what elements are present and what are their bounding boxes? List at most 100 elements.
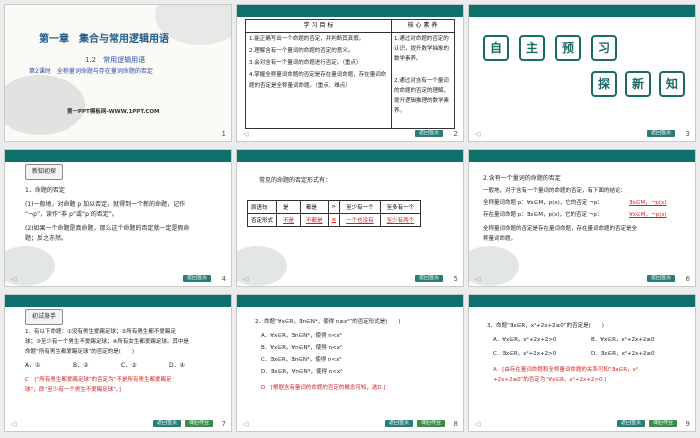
prev-arrow-icon[interactable]: ◁ xyxy=(11,275,16,283)
question-line: 命题“所有男生都爱踢足球”的否定的是( ) xyxy=(25,349,134,355)
table-cell: 否定形式 xyxy=(246,213,278,227)
return-home-button[interactable]: 返回首页 xyxy=(385,420,413,427)
content-line: 题；反之亦然。 xyxy=(25,235,68,242)
answer-cell: 不都是 xyxy=(300,213,329,227)
answer-text: ∀x∈M，¬p(x) xyxy=(629,212,667,218)
prev-arrow-icon[interactable]: ◁ xyxy=(475,420,480,428)
return-home-button[interactable]: 返回首页 xyxy=(415,275,443,282)
option-a: A．① xyxy=(25,362,41,369)
answer-line: 球”，即“至少有一个男生不爱踢足球”。] xyxy=(25,387,121,393)
section-tag: 初试身手 xyxy=(25,309,64,325)
slide-number: 4 xyxy=(221,275,226,283)
prev-arrow-icon[interactable]: ◁ xyxy=(475,130,480,138)
ink-wash-decoration xyxy=(5,75,85,135)
core-header: 核 心 素 养 xyxy=(391,20,454,33)
slide-number: 7 xyxy=(221,420,226,428)
chapter-title: 第一章 集合与常用逻辑用语 xyxy=(39,34,169,45)
homework-button[interactable]: 课后作业 xyxy=(649,420,677,427)
slide-header-bar xyxy=(237,150,463,162)
goal-item: 4.掌握全称量词命题的否定是存在量词命题，存在量词命题的否定是全称量词命题。（重… xyxy=(249,72,387,89)
return-home-button[interactable]: 返回首页 xyxy=(183,275,211,282)
return-home-button[interactable]: 返回首页 xyxy=(153,420,181,427)
slide-header-bar xyxy=(237,5,463,17)
core-item: 2.通过对含有一个量词的命题的否定的理解，提升逻辑推理的数学素养。 xyxy=(394,78,450,114)
slide-thumbnail-1[interactable]: 第一章 集合与常用逻辑用语 1.2 常用逻辑用语 第2课时 全称量词命题与存在量… xyxy=(4,4,232,142)
homework-button[interactable]: 课后作业 xyxy=(417,420,445,427)
slide-header-bar xyxy=(469,150,695,162)
question-line: 1．有以下命题：①没有男生爱踢足球；②所有男生都不爱踢足 xyxy=(25,329,176,335)
slide-header-bar xyxy=(5,150,231,162)
content-line: “¬p”，读作“非 p”或“p 的否定”。 xyxy=(25,211,118,218)
heading-char: 习 xyxy=(591,35,617,61)
slide-number: 3 xyxy=(685,130,690,138)
slide-number: 8 xyxy=(453,420,458,428)
heading-char: 探 xyxy=(591,71,617,97)
self-study-heading: 自主预习 xyxy=(483,35,617,61)
content-line: 全称量词命题 p：∀x∈M，p(x)，它的否定 ¬p： xyxy=(483,200,603,206)
slide-thumbnail-3[interactable]: 自主预习 探新知 返回首页 ◁ 3 xyxy=(468,4,696,142)
table-cell: 至多有一个 xyxy=(379,200,422,214)
return-home-button[interactable]: 返回首页 xyxy=(415,130,443,137)
negation-forms-table: 原语句 是 都是 > 至少有一个 至多有一个 否定形式 不是 不都是 ≤ 一个也… xyxy=(246,200,422,227)
slide-number: 5 xyxy=(453,275,458,283)
table-cell: 都是 xyxy=(300,200,329,214)
return-home-button[interactable]: 返回首页 xyxy=(617,420,645,427)
content-line: 存在量词命题 p：∃x∈M，p(x)，它的否定 ¬p： xyxy=(483,212,603,218)
slide-thumbnail-7[interactable]: 初试身手 1．有以下命题：①没有男生爱踢足球；②所有男生都不爱踢足 球；③至少有… xyxy=(4,294,232,432)
lesson-title: 第2课时 全称量词命题与存在量词命题的否定 xyxy=(29,68,153,75)
slide-thumbnail-5[interactable]: 常见的命题的否定形式有： 原语句 是 都是 > 至少有一个 至多有一个 否定形式… xyxy=(236,149,464,287)
core-item: 1.通过对命题的否定的认识，提升数学抽象的数学素养。 xyxy=(394,36,450,62)
option-c: C．③ xyxy=(121,362,137,369)
content-line: 称量词命题。 xyxy=(483,236,517,242)
prev-arrow-icon[interactable]: ◁ xyxy=(243,130,248,138)
option-c: C．∃x∈R，x²+2x+2>0 xyxy=(493,351,557,357)
slide-header-bar xyxy=(469,5,695,17)
slide-number: 6 xyxy=(685,275,690,283)
footer-watermark: 第一PPT模板网-WWW.1PPT.COM xyxy=(67,109,160,115)
explore-heading: 探新知 xyxy=(591,71,685,97)
slide-thumbnail-9[interactable]: 3．命题“∃x∈R，x²+2x+2≤0”的否定是( ) A．∀x∈R，x²+2x… xyxy=(468,294,696,432)
prev-arrow-icon[interactable]: ◁ xyxy=(243,275,248,283)
answer-cell: ≤ xyxy=(327,213,341,227)
table-cell: > xyxy=(327,200,341,214)
prev-arrow-icon[interactable]: ◁ xyxy=(243,420,248,428)
slide-number: 9 xyxy=(685,420,690,428)
slide-thumbnail-6[interactable]: 2.含有一个量词的命题的否定 一般地，对于含有一个量词的命题的否定，有下面的结论… xyxy=(468,149,696,287)
section-tag: 新知初探 xyxy=(25,164,64,180)
answer-line: C [“所有男生都爱踢足球”的否定为“不是所有男生都爱踢足 xyxy=(25,377,172,383)
heading-char: 自 xyxy=(483,35,509,61)
goal-item: 2.理解含有一个量词的命题的否定的意义。 xyxy=(249,48,354,54)
homework-button[interactable]: 课后作业 xyxy=(185,420,213,427)
return-home-button[interactable]: 返回首页 xyxy=(647,275,675,282)
content-line: (1)一般地，对命题 p 加以否定，就得到一个新的命题，记作 xyxy=(25,201,186,208)
option-b: B．∀x∈R，x²+2x+2≤0 xyxy=(591,337,655,343)
table-cell: 至少有一个 xyxy=(339,200,381,214)
slide-thumbnail-8[interactable]: 2．命题“∀x∈R，∃n∈N*，使得 n≥x²”的否定形式是( ) A．∀x∈R… xyxy=(236,294,464,432)
slide-header-bar xyxy=(469,295,695,307)
topic-title: 1．命题的否定 xyxy=(25,187,65,194)
answer-cell: 一个也没有 xyxy=(339,213,381,227)
heading-char: 知 xyxy=(659,71,685,97)
answer-line: +2x+2≤0”的否定为“∀x∈R，x²+2x+2>0.] xyxy=(493,377,607,383)
slide-thumbnail-2[interactable]: 学 习 目 标 核 心 素 养 1.能正确写出一个命题的否定，并判断其真假。 2… xyxy=(236,4,464,142)
answer-line: D [根据含有量词的命题的否定的概念可知，选D.] xyxy=(261,385,386,391)
slide-thumbnail-4[interactable]: 新知初探 1．命题的否定 (1)一般地，对命题 p 加以否定，就得到一个新的命题… xyxy=(4,149,232,287)
heading-char: 预 xyxy=(555,35,581,61)
option-d: D．∃x∈R，x²+2x+2≥0 xyxy=(591,351,655,357)
intro-text: 常见的命题的否定形式有： xyxy=(259,177,332,184)
prev-arrow-icon[interactable]: ◁ xyxy=(475,275,480,283)
goals-table: 学 习 目 标 核 心 素 养 1.能正确写出一个命题的否定，并判断其真假。 2… xyxy=(245,19,455,129)
answer-text: ∃x∈M，¬p(x) xyxy=(629,200,667,206)
answer-line: A [由存在量词命题和全称量词命题的关系可知“∃x∈R，x² xyxy=(493,367,639,373)
question-line: 球；③至少有一个男生不爱踢足球；④所有女生都爱踢足球。其中是 xyxy=(25,339,189,345)
goal-item: 3.会对含有一个量词的命题进行否定。（重点） xyxy=(249,60,362,66)
slide-number: 1 xyxy=(221,130,226,138)
slide-number: 2 xyxy=(453,130,458,138)
heading-char: 主 xyxy=(519,35,545,61)
content-line: 全称量词命题的否定是存在量词命题，存在量词命题的否定是全 xyxy=(483,226,638,232)
question-text: 3．命题“∃x∈R，x²+2x+2≤0”的否定是( ) xyxy=(487,323,604,329)
prev-arrow-icon[interactable]: ◁ xyxy=(11,420,16,428)
option-b: B．∀x∈R，∀n∈N*，使得 n<x² xyxy=(261,345,343,351)
return-home-button[interactable]: 返回首页 xyxy=(647,130,675,137)
table-cell: 原语句 xyxy=(246,200,278,214)
